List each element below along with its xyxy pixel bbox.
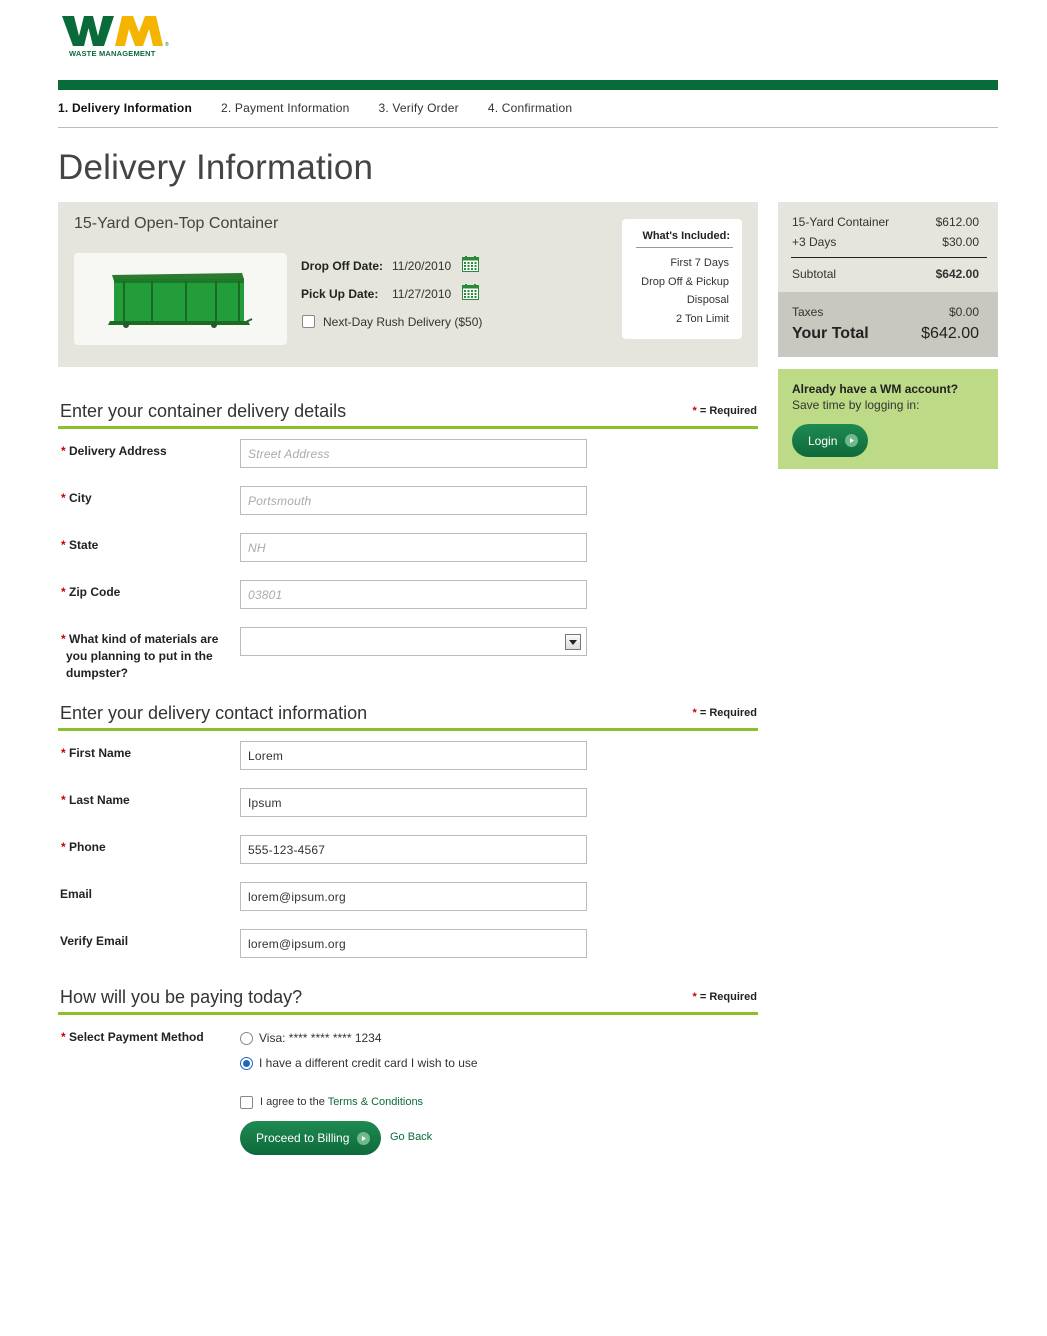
product-title: 15-Yard Open-Top Container [74,215,279,232]
included-title: What's Included: [642,230,730,242]
summary-item-value: $612.00 [935,215,979,229]
svg-text:®: ® [165,41,169,48]
calendar-icon[interactable] [462,284,479,300]
delivery-section-title: Enter your container delivery details [60,401,347,421]
contact-section-title: Enter your delivery contact information [60,703,368,723]
included-item: Drop Off & Pickup [641,275,729,288]
drop-off-date[interactable]: 11/20/2010 [392,259,451,273]
included-item: First 7 Days [670,257,729,269]
login-subtitle: Save time by logging in: [792,398,920,412]
terms-label: I agree to the Terms & Conditions [260,1096,424,1108]
summary-divider [791,257,987,258]
section-divider [58,728,758,731]
terms-checkbox[interactable] [240,1096,253,1109]
state-input[interactable] [240,533,587,562]
drop-off-label: Drop Off Date: [301,259,383,273]
first-name-label: * First Name [61,746,132,760]
required-note: * = Required [692,707,758,719]
terms-link[interactable]: Terms & Conditions [328,1096,423,1108]
chevron-down-icon[interactable] [565,634,581,650]
step-verify: 3. Verify Order [378,101,459,115]
phone-label: * Phone [61,840,106,854]
pick-up-label: Pick Up Date: [301,287,379,301]
phone-input[interactable] [240,835,587,864]
email-label: Email [60,887,93,901]
checkout-steps: 1. Delivery Information 2. Payment Infor… [58,101,601,115]
step-delivery: 1. Delivery Information [58,101,192,115]
whats-included-box: What's Included: First 7 Days Drop Off &… [622,219,742,339]
summary-item-label: 15-Yard Container [792,215,890,229]
rush-delivery-checkbox[interactable] [302,315,315,328]
payment-method-label: * Select Payment Method [61,1030,204,1044]
zip-code-label: * Zip Code [61,585,121,599]
last-name-input[interactable] [240,788,587,817]
go-back-link[interactable]: Go Back [390,1131,432,1143]
total-value: $642.00 [921,325,979,342]
summary-item-value: $30.00 [942,235,979,249]
proceed-button-label: Proceed to Billing [256,1131,350,1145]
subtotal-label: Subtotal [792,267,837,281]
included-item: 2 Ton Limit [676,312,729,325]
top-green-bar [58,80,998,90]
payment-option-visa-radio[interactable] [240,1032,253,1045]
zip-code-input[interactable] [240,580,587,609]
required-note: * = Required [692,991,758,1003]
section-divider [58,426,758,429]
arrow-right-icon [845,434,859,447]
page-title: Delivery Information [58,148,374,187]
delivery-address-input[interactable] [240,439,587,468]
total-label: Your Total [792,325,869,342]
pick-up-date[interactable]: 11/27/2010 [392,287,451,301]
state-label: * State [61,538,99,552]
included-item: Disposal [686,294,729,306]
materials-label: * What kind of materials are you plannin… [61,632,219,680]
step-confirmation: 4. Confirmation [487,101,573,115]
city-input[interactable] [240,486,587,515]
container-image-box [74,253,287,345]
included-divider [636,247,733,248]
subtotal-value: $642.00 [935,267,979,281]
taxes-value: $0.00 [948,305,979,319]
step-payment: 2. Payment Information [220,101,350,115]
calendar-icon[interactable] [462,256,479,272]
city-label: * City [61,491,92,505]
first-name-input[interactable] [240,741,587,770]
proceed-to-billing-button[interactable]: Proceed to Billing [240,1121,381,1155]
summary-item-label: +3 Days [792,235,837,249]
radio-selected-dot [243,1060,250,1067]
verify-email-input[interactable] [240,929,587,958]
materials-select[interactable] [240,627,587,656]
required-note: * = Required [692,405,758,417]
login-button-label: Login [808,433,838,448]
payment-option-new-card-label[interactable]: I have a different credit card I wish to… [259,1056,478,1070]
rush-delivery-label: Next-Day Rush Delivery ($50) [323,315,483,329]
delivery-address-label: * Delivery Address [61,444,167,458]
taxes-label: Taxes [792,305,824,319]
dumpster-image [108,273,253,328]
payment-option-new-card-radio[interactable] [240,1057,253,1070]
last-name-label: * Last Name [61,793,130,807]
section-divider [58,1012,758,1015]
arrow-right-icon [357,1131,371,1145]
email-input[interactable] [240,882,587,911]
steps-divider [58,127,998,128]
login-title: Already have a WM account? [792,382,959,396]
payment-section-title: How will you be paying today? [60,987,303,1007]
logo-text: WASTE MANAGEMENT [69,49,156,58]
payment-option-visa-label[interactable]: Visa: **** **** **** 1234 [259,1031,382,1045]
login-button[interactable]: Login [792,424,868,457]
verify-email-label: Verify Email [60,934,129,948]
